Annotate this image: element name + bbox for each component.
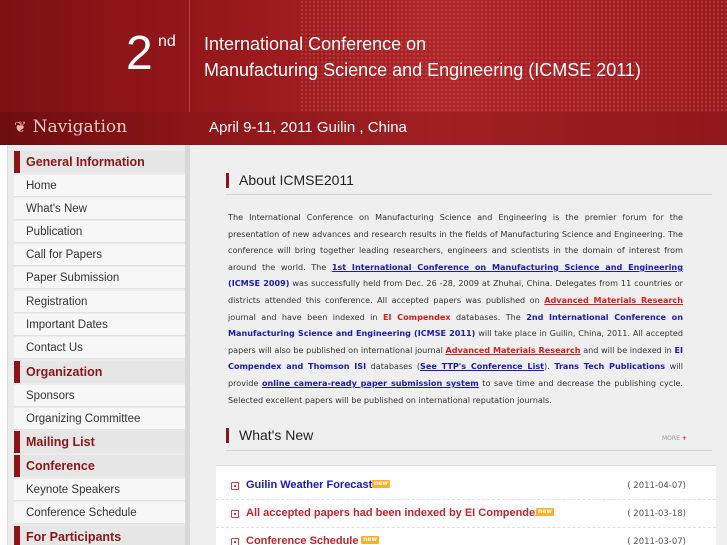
sidebar-item-call-for-papers[interactable]: Call for Papers bbox=[14, 244, 186, 266]
site-header: 2 nd International Conference on Manufac… bbox=[0, 0, 727, 145]
header-divider bbox=[189, 0, 190, 112]
plus-icon: + bbox=[681, 435, 687, 442]
news-item[interactable]: All accepted papers had been indexed by … bbox=[216, 502, 716, 528]
whats-new-heading: What's New bbox=[226, 427, 313, 443]
navigation-heading: ❦ Navigation bbox=[14, 117, 127, 137]
about-text-7: and will be indexed in bbox=[580, 344, 675, 355]
more-label: MORE bbox=[662, 435, 680, 442]
bullet-icon bbox=[231, 482, 239, 490]
about-text-8: databases ( bbox=[366, 361, 421, 372]
about-text-2: (ICMSE 2009) bbox=[228, 278, 290, 289]
sidebar-item-sponsors[interactable]: Sponsors bbox=[14, 385, 186, 407]
news-list: Guilin Weather Forecast new ( 2011-04-07… bbox=[216, 465, 716, 545]
news-date: ( 2011-03-18) bbox=[627, 509, 686, 519]
sidebar-section-mailing-list[interactable]: Mailing List bbox=[14, 431, 186, 453]
news-item[interactable]: Conference Schedule new ( 2011-03-07) bbox=[216, 530, 716, 545]
about-text-9: ). bbox=[544, 361, 555, 372]
amr-link-2[interactable]: Advanced Materials Research bbox=[445, 345, 580, 355]
sidebar: General Information Home What's New Publ… bbox=[7, 145, 186, 545]
new-badge: new bbox=[361, 536, 379, 544]
news-item[interactable]: Guilin Weather Forecast new ( 2011-04-07… bbox=[216, 474, 716, 500]
submission-system-link[interactable]: online camera-ready paper submission sys… bbox=[262, 378, 479, 388]
sidebar-item-important-dates[interactable]: Important Dates bbox=[14, 314, 186, 336]
icmse2009-link[interactable]: 1st International Conference on Manufact… bbox=[332, 262, 683, 272]
sidebar-item-publication[interactable]: Publication bbox=[14, 221, 186, 243]
conference-ordinal: 2 bbox=[126, 27, 153, 80]
news-title[interactable]: Guilin Weather Forecast bbox=[246, 479, 372, 491]
ttp-text: Trans Tech Publications bbox=[554, 361, 666, 372]
whats-new-title: What's New bbox=[239, 427, 314, 443]
about-title: About ICMSE2011 bbox=[239, 172, 354, 188]
sidebar-section-general-information[interactable]: General Information bbox=[14, 151, 186, 173]
new-badge: new bbox=[372, 480, 390, 488]
bullet-icon bbox=[231, 510, 239, 518]
leaf-icon: ❦ bbox=[14, 118, 27, 136]
heading-marker bbox=[226, 427, 229, 443]
amr-link-1[interactable]: Advanced Materials Research bbox=[544, 295, 683, 305]
conference-title-line1: International Conference on bbox=[204, 34, 427, 54]
more-link[interactable]: MORE + bbox=[662, 435, 687, 442]
sidebar-item-whats-new[interactable]: What's New bbox=[14, 198, 186, 220]
ttp-conference-list-link[interactable]: See TTP's Conference List bbox=[420, 361, 544, 371]
news-title[interactable]: Conference Schedule bbox=[246, 535, 358, 545]
whats-new-underline bbox=[226, 450, 712, 451]
conference-ordinal-suffix: nd bbox=[158, 33, 176, 50]
news-date: ( 2011-04-07) bbox=[627, 481, 686, 491]
news-date: ( 2011-03-07) bbox=[627, 537, 686, 545]
about-text-5: databases. The bbox=[450, 311, 527, 322]
sidebar-item-keynote-speakers[interactable]: Keynote Speakers bbox=[14, 479, 186, 501]
sidebar-item-contact-us[interactable]: Contact Us bbox=[14, 337, 186, 359]
about-paragraph: The International Conference on Manufact… bbox=[228, 209, 683, 408]
date-location: April 9-11, 2011 Guilin , China bbox=[209, 119, 407, 136]
news-title[interactable]: All accepted papers had been indexed by … bbox=[246, 507, 544, 519]
sidebar-item-conference-schedule[interactable]: Conference Schedule bbox=[14, 502, 186, 524]
sidebar-item-paper-submission[interactable]: Paper Submission bbox=[14, 267, 186, 289]
about-heading: About ICMSE2011 bbox=[226, 172, 354, 188]
sidebar-section-for-participants[interactable]: For Participants bbox=[14, 526, 186, 545]
sidebar-section-conference[interactable]: Conference bbox=[14, 455, 186, 477]
ei-compendex-text: EI Compendex bbox=[382, 311, 451, 322]
new-badge: new bbox=[536, 508, 554, 516]
navigation-heading-label: Navigation bbox=[32, 117, 128, 137]
conference-title-line2: Manufacturing Science and Engineering (I… bbox=[204, 60, 641, 80]
heading-marker bbox=[226, 172, 229, 188]
main-content: About ICMSE2011 The International Confer… bbox=[190, 145, 727, 545]
sidebar-item-home[interactable]: Home bbox=[14, 175, 186, 197]
about-underline bbox=[226, 194, 712, 195]
about-text-4: journal and have been indexed in bbox=[228, 311, 383, 322]
sidebar-section-organization[interactable]: Organization bbox=[14, 361, 186, 383]
sidebar-item-organizing-committee[interactable]: Organizing Committee bbox=[14, 408, 186, 430]
sidebar-item-registration[interactable]: Registration bbox=[14, 291, 186, 313]
bullet-icon bbox=[231, 538, 239, 545]
